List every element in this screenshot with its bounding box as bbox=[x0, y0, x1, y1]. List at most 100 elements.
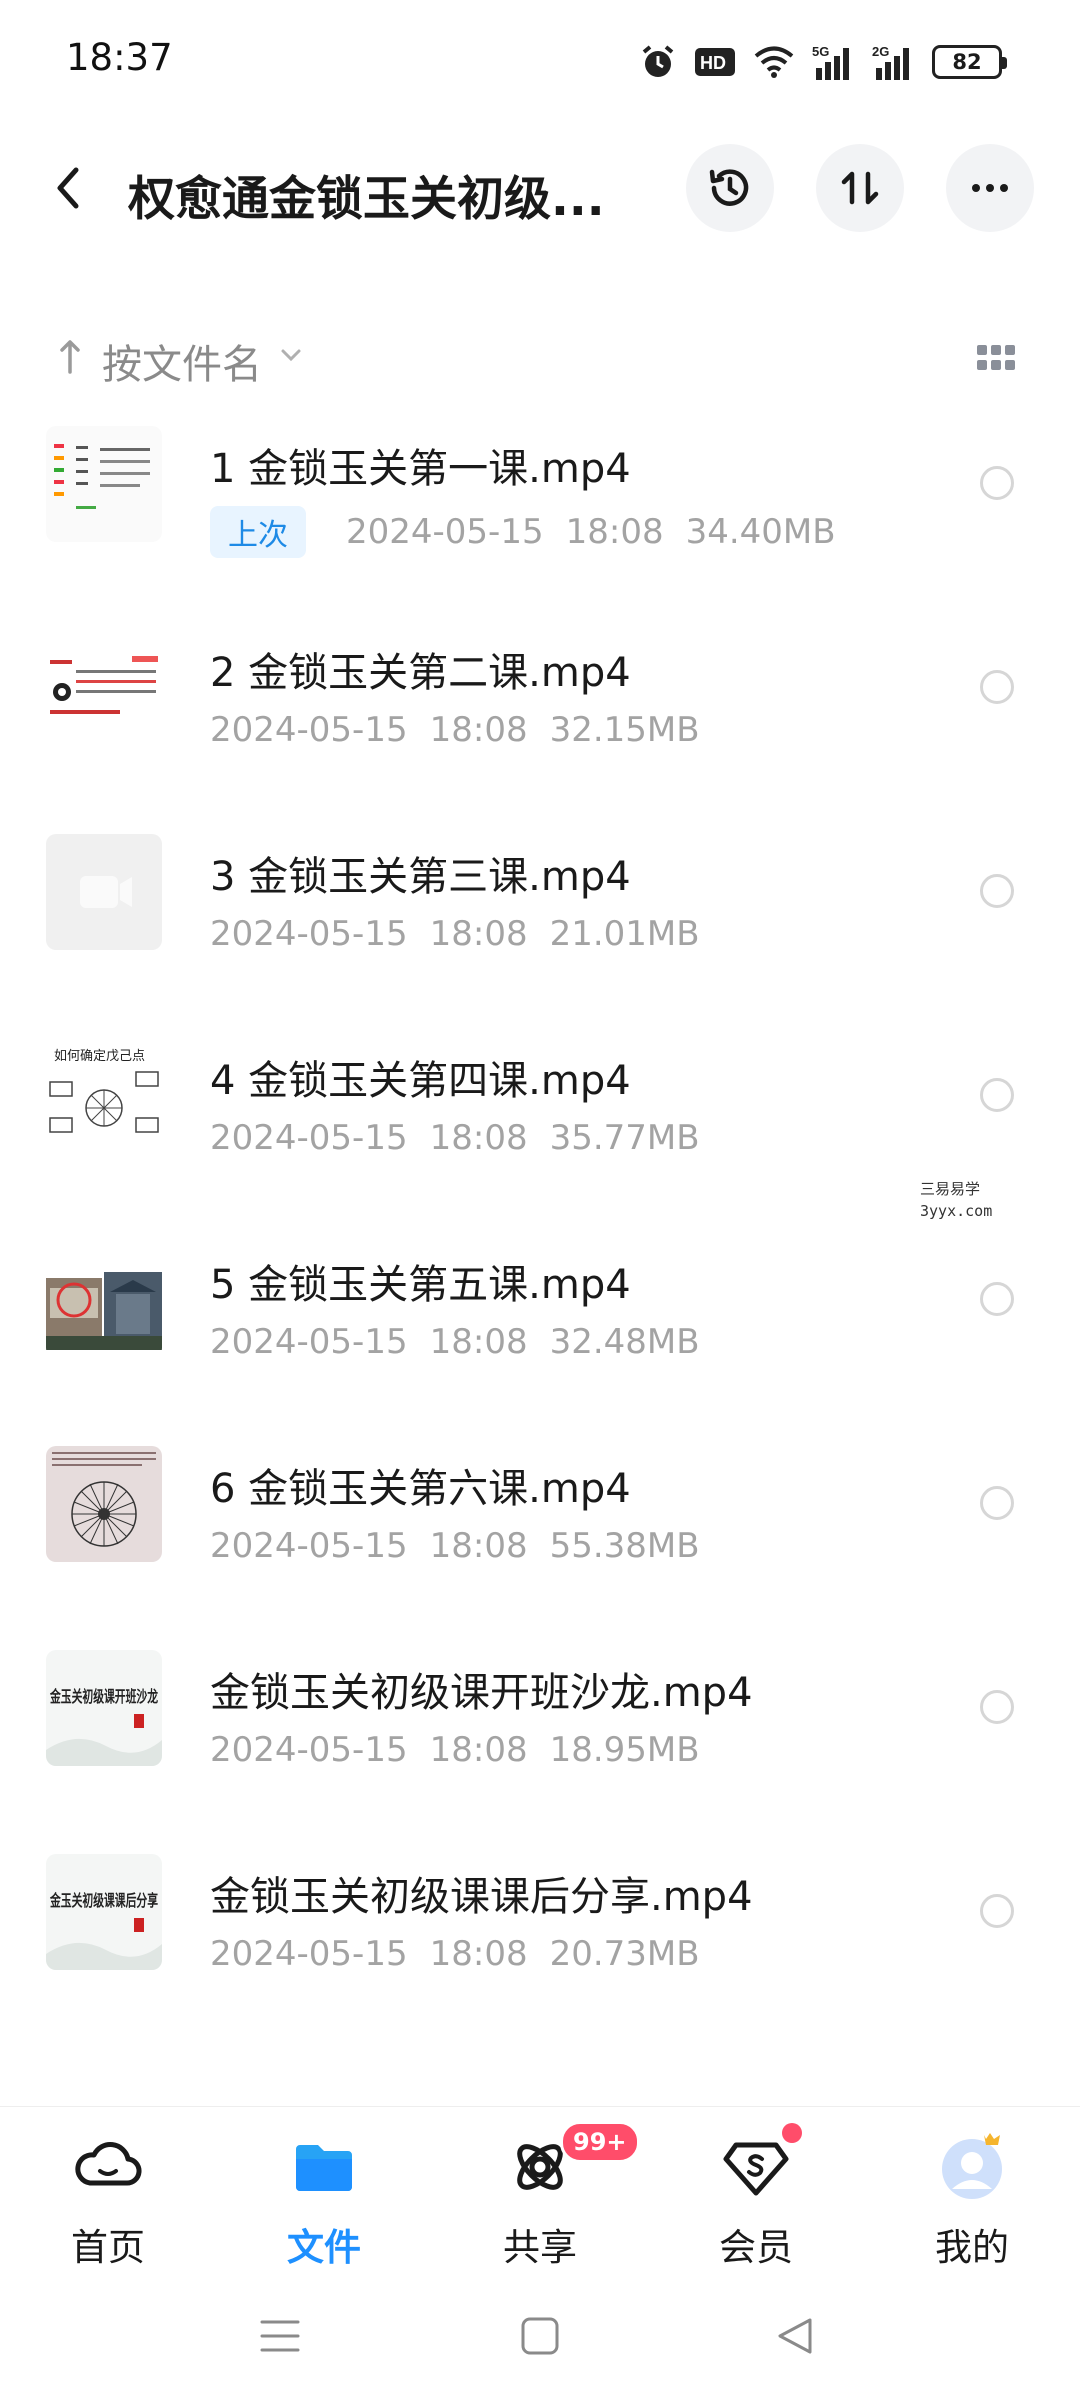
file-name: 金锁玉关初级课课后分享.mp4 bbox=[210, 1874, 753, 1920]
file-date: 2024-05-15 bbox=[210, 1118, 408, 1158]
tab-label: 文件 bbox=[287, 2226, 361, 2269]
tab-home[interactable]: 首页 bbox=[0, 2107, 216, 2281]
thumb-caption: 如何确定戊己点 bbox=[54, 1048, 145, 1064]
net1-text: 5G bbox=[812, 44, 829, 59]
tab-label: 首页 bbox=[71, 2226, 145, 2269]
home-square-icon[interactable] bbox=[518, 2314, 562, 2358]
thumb-caption: 金玉关初级课开班沙龙 bbox=[49, 1687, 158, 1706]
file-time: 18:08 bbox=[429, 1118, 528, 1158]
file-row[interactable]: 金玉关初级课课后分享 金锁玉关初级课课后分享.mp4 2024-05-15 18… bbox=[0, 1840, 1080, 2044]
chevron-down-icon[interactable] bbox=[278, 346, 304, 364]
tab-profile[interactable]: 我的 bbox=[864, 2107, 1080, 2281]
status-time: 18:37 bbox=[66, 36, 173, 79]
file-date: 2024-05-15 bbox=[346, 512, 544, 552]
sort-bar: 按文件名 bbox=[0, 322, 1080, 394]
history-icon bbox=[709, 169, 749, 206]
hd-icon: HD bbox=[695, 48, 735, 76]
file-name: 6 金锁玉关第六课.mp4 bbox=[210, 1466, 631, 1512]
battery-level: 82 bbox=[952, 50, 982, 74]
signal-5g-icon: 5G bbox=[812, 44, 849, 80]
select-checkbox[interactable] bbox=[980, 1690, 1014, 1724]
select-checkbox[interactable] bbox=[980, 670, 1014, 704]
file-date: 2024-05-15 bbox=[210, 1322, 408, 1362]
last-played-badge: 上次 bbox=[210, 506, 306, 558]
transfer-icon bbox=[841, 171, 879, 205]
sort-direction-icon[interactable] bbox=[54, 334, 86, 378]
history-button[interactable] bbox=[686, 144, 774, 232]
file-name: 5 金锁玉关第五课.mp4 bbox=[210, 1262, 631, 1308]
file-row[interactable]: 5 金锁玉关第五课.mp4 2024-05-15 18:08 32.48MB bbox=[0, 1228, 1080, 1432]
file-size: 35.77MB bbox=[549, 1118, 700, 1158]
file-name: 4 金锁玉关第四课.mp4 bbox=[210, 1058, 631, 1104]
file-time: 18:08 bbox=[565, 512, 664, 552]
notification-dot bbox=[782, 2123, 802, 2143]
file-size: 32.48MB bbox=[549, 1322, 700, 1362]
select-checkbox[interactable] bbox=[980, 1486, 1014, 1520]
select-checkbox[interactable] bbox=[980, 1282, 1014, 1316]
battery-icon: 82 bbox=[932, 45, 1007, 79]
file-time: 18:08 bbox=[429, 1730, 528, 1770]
select-checkbox[interactable] bbox=[980, 1894, 1014, 1928]
file-meta: 2024-05-15 18:08 18.95MB bbox=[210, 1730, 700, 1770]
grid-view-icon[interactable] bbox=[976, 344, 1016, 374]
file-row[interactable]: 金玉关初级课开班沙龙 金锁玉关初级课开班沙龙.mp4 2024-05-15 18… bbox=[0, 1636, 1080, 1840]
file-time: 18:08 bbox=[429, 914, 528, 954]
watermark-line-2: 3yyx.com bbox=[920, 1202, 993, 1220]
video-thumbnail bbox=[46, 1242, 162, 1358]
file-name: 1 金锁玉关第一课.mp4 bbox=[210, 446, 631, 492]
hd-text: HD bbox=[700, 53, 726, 73]
tab-files[interactable]: 文件 bbox=[216, 2107, 432, 2281]
video-thumbnail: 如何确定戊己点 bbox=[46, 1038, 162, 1154]
file-date: 2024-05-15 bbox=[210, 1526, 408, 1566]
system-nav-bar bbox=[0, 2290, 1080, 2400]
net2-text: 2G bbox=[872, 44, 889, 59]
select-checkbox[interactable] bbox=[980, 874, 1014, 908]
tab-label: 共享 bbox=[503, 2226, 577, 2269]
file-meta: 2024-05-15 18:08 32.48MB bbox=[210, 1322, 700, 1362]
page-title: 权愈通金锁玉关初级... bbox=[128, 172, 605, 227]
file-meta: 2024-05-15 18:08 55.38MB bbox=[210, 1526, 700, 1566]
tab-label: 会员 bbox=[719, 2226, 793, 2269]
file-row[interactable]: 6 金锁玉关第六课.mp4 2024-05-15 18:08 55.38MB bbox=[0, 1432, 1080, 1636]
back-triangle-icon[interactable] bbox=[774, 2314, 818, 2358]
video-placeholder-thumbnail bbox=[46, 834, 162, 950]
status-icons: HD 5G 2G 82 bbox=[640, 40, 1007, 84]
tab-label: 我的 bbox=[935, 2226, 1009, 2269]
file-meta: 2024-05-15 18:08 35.77MB bbox=[210, 1118, 700, 1158]
more-button[interactable] bbox=[946, 144, 1034, 232]
file-row[interactable]: 2 金锁玉关第二课.mp4 2024-05-15 18:08 32.15MB bbox=[0, 616, 1080, 820]
tab-membership[interactable]: 会员 bbox=[648, 2107, 864, 2281]
video-thumbnail: 金玉关初级课开班沙龙 bbox=[46, 1650, 162, 1766]
cloud-icon bbox=[75, 2142, 142, 2186]
watermark: 三易易学 3yyx.com bbox=[820, 1170, 1080, 1230]
file-date: 2024-05-15 bbox=[210, 1730, 408, 1770]
file-date: 2024-05-15 bbox=[210, 710, 408, 750]
file-size: 55.38MB bbox=[549, 1526, 700, 1566]
video-thumbnail bbox=[46, 1446, 162, 1562]
menu-icon[interactable] bbox=[258, 2314, 302, 2358]
select-checkbox[interactable] bbox=[980, 466, 1014, 500]
file-size: 32.15MB bbox=[549, 710, 700, 750]
thumb-caption: 金玉关初级课课后分享 bbox=[49, 1891, 158, 1910]
file-date: 2024-05-15 bbox=[210, 1934, 408, 1974]
select-checkbox[interactable] bbox=[980, 1078, 1014, 1112]
file-meta: 2024-05-15 18:08 32.15MB bbox=[210, 710, 700, 750]
status-bar: 18:37 HD 5G 2G 82 bbox=[0, 0, 1080, 124]
transfer-button[interactable] bbox=[816, 144, 904, 232]
tab-share[interactable]: 99+ 共享 bbox=[432, 2107, 648, 2281]
file-date: 2024-05-15 bbox=[210, 914, 408, 954]
sort-label[interactable]: 按文件名 bbox=[102, 332, 262, 390]
file-row[interactable]: 3 金锁玉关第三课.mp4 2024-05-15 18:08 21.01MB bbox=[0, 820, 1080, 1024]
file-size: 18.95MB bbox=[549, 1730, 700, 1770]
file-time: 18:08 bbox=[429, 1526, 528, 1566]
signal-2g-icon: 2G bbox=[872, 44, 909, 80]
video-thumbnail: 金玉关初级课课后分享 bbox=[46, 1854, 162, 1970]
file-row[interactable]: 1 金锁玉关第一课.mp4 上次 2024-05-15 18:08 34.40M… bbox=[0, 412, 1080, 616]
more-icon bbox=[972, 184, 1008, 192]
file-size: 34.40MB bbox=[685, 512, 836, 552]
notification-badge: 99+ bbox=[560, 2121, 640, 2163]
avatar-icon bbox=[942, 2133, 1002, 2199]
back-button[interactable] bbox=[42, 158, 102, 218]
file-size: 20.73MB bbox=[549, 1934, 700, 1974]
membership-diamond-icon bbox=[723, 2142, 789, 2196]
